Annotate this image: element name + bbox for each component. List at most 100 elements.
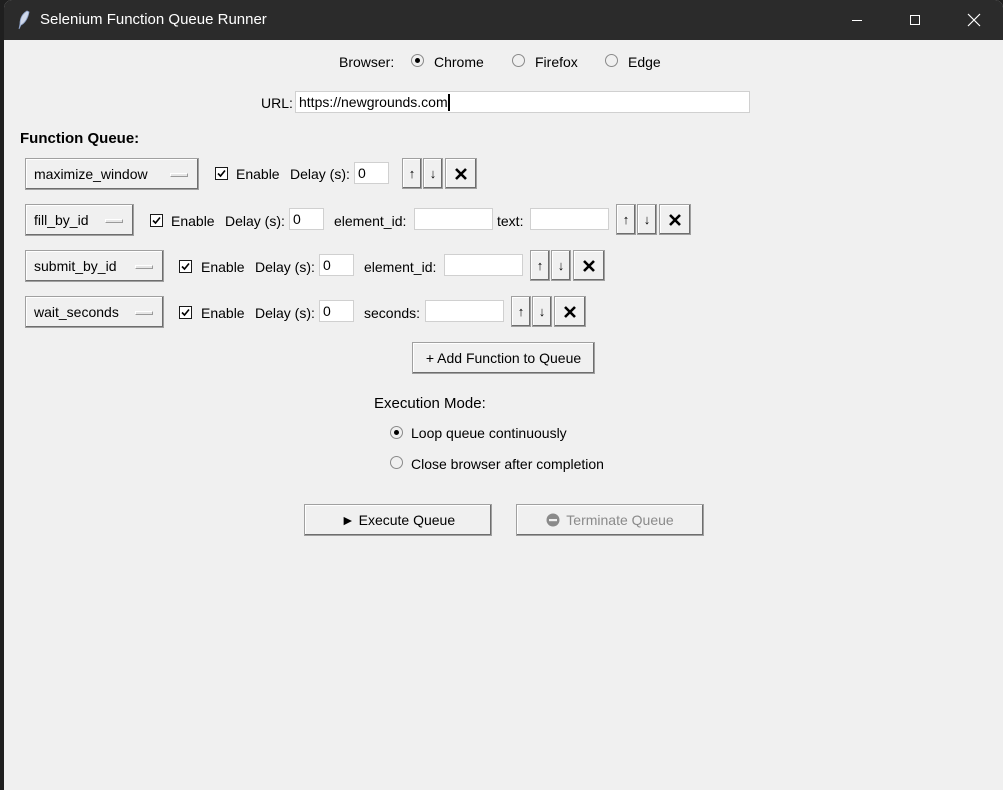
radio-indicator[interactable] [605, 54, 618, 67]
remove-button[interactable] [573, 250, 605, 281]
radio-label[interactable]: Firefox [535, 54, 578, 70]
seconds-input[interactable] [425, 300, 504, 322]
function-select-value: wait_seconds [34, 304, 119, 320]
function-select[interactable]: submit_by_id [25, 250, 164, 282]
function-select-value: maximize_window [34, 166, 148, 182]
arrow-up-icon: ↑ [536, 258, 544, 273]
radio-indicator[interactable] [411, 54, 424, 67]
arrow-up-icon: ↑ [517, 304, 525, 319]
move-up-button[interactable]: ↑ [402, 158, 422, 189]
remove-button[interactable] [445, 158, 477, 189]
move-up-button[interactable]: ↑ [530, 250, 550, 281]
window-title: Selenium Function Queue Runner [40, 11, 267, 28]
arrow-down-icon: ↓ [538, 304, 546, 319]
title-bar[interactable]: Selenium Function Queue Runner [4, 0, 1003, 40]
close-button[interactable] [945, 0, 1003, 40]
radio-label[interactable]: Chrome [434, 54, 484, 70]
move-up-button[interactable]: ↑ [511, 296, 531, 327]
delay-label: Delay (s): [255, 305, 315, 321]
function-select[interactable]: fill_by_id [25, 204, 134, 236]
delay-input[interactable]: 0 [289, 208, 324, 230]
check-icon [181, 262, 190, 271]
arrow-up-icon: ↑ [408, 166, 416, 181]
check-icon [217, 169, 226, 178]
maximize-icon [910, 15, 920, 25]
move-down-button[interactable]: ↓ [423, 158, 443, 189]
move-down-button[interactable]: ↓ [637, 204, 657, 235]
delay-label: Delay (s): [255, 259, 315, 275]
arrow-down-icon: ↓ [557, 258, 565, 273]
close-icon [583, 259, 595, 272]
enable-label: Enable [171, 213, 215, 229]
dropdown-indicator-icon [135, 311, 153, 315]
delay-input[interactable]: 0 [354, 162, 389, 184]
radio-label[interactable]: Close browser after completion [411, 456, 604, 472]
radio-label[interactable]: Edge [628, 54, 661, 70]
delay-label: Delay (s): [225, 213, 285, 229]
url-label: URL: [261, 95, 293, 111]
enable-checkbox[interactable] [179, 260, 192, 273]
browser-label: Browser: [339, 54, 395, 70]
radio-label[interactable]: Loop queue continuously [411, 425, 567, 441]
enable-label: Enable [236, 166, 280, 182]
stop-circle-icon [546, 513, 560, 527]
move-up-button[interactable]: ↑ [616, 204, 636, 235]
enable-checkbox[interactable] [215, 167, 228, 180]
delay-input[interactable]: 0 [319, 254, 354, 276]
text-input[interactable] [530, 208, 609, 230]
arrow-down-icon: ↓ [429, 166, 437, 181]
feather-icon [16, 10, 32, 30]
delay-label: Delay (s): [290, 166, 350, 182]
url-input[interactable]: https://newgrounds.com [295, 91, 750, 113]
function-select[interactable]: wait_seconds [25, 296, 164, 328]
main-content: Browser: Chrome Firefox Edge URL: https:… [4, 40, 1003, 790]
close-icon [669, 213, 681, 226]
close-icon [967, 13, 981, 27]
check-icon [181, 308, 190, 317]
close-icon [455, 167, 467, 180]
arrow-up-icon: ↑ [622, 212, 630, 227]
remove-button[interactable] [554, 296, 586, 327]
delay-value: 0 [323, 257, 331, 273]
radio-indicator[interactable] [390, 456, 403, 469]
delay-input[interactable]: 0 [319, 300, 354, 322]
function-select[interactable]: maximize_window [25, 158, 199, 190]
execute-queue-label: ► Execute Queue [340, 512, 456, 528]
remove-button[interactable] [659, 204, 691, 235]
url-input-value: https://newgrounds.com [299, 94, 448, 110]
function-select-value: submit_by_id [34, 258, 117, 274]
param-label-element-id: element_id: [334, 213, 407, 229]
element-id-input[interactable] [414, 208, 493, 230]
element-id-input[interactable] [444, 254, 523, 276]
close-icon [564, 305, 576, 318]
delay-value: 0 [358, 165, 366, 181]
function-select-value: fill_by_id [34, 212, 89, 228]
dropdown-indicator-icon [170, 173, 188, 177]
function-queue-header: Function Queue: [20, 130, 140, 147]
enable-checkbox[interactable] [150, 214, 163, 227]
enable-label: Enable [201, 305, 245, 321]
minimize-button[interactable] [828, 0, 886, 40]
radio-indicator[interactable] [390, 426, 403, 439]
terminate-queue-label: Terminate Queue [566, 512, 674, 528]
param-label-element-id: element_id: [364, 259, 437, 275]
dropdown-indicator-icon [105, 219, 123, 223]
add-function-label: + Add Function to Queue [425, 350, 582, 366]
execution-mode-label: Execution Mode: [374, 395, 486, 412]
delay-value: 0 [293, 211, 301, 227]
delay-value: 0 [323, 303, 331, 319]
execute-queue-button[interactable]: ► Execute Queue [304, 504, 492, 536]
minimize-icon [852, 20, 862, 21]
radio-indicator[interactable] [512, 54, 525, 67]
check-icon [152, 216, 161, 225]
app-window: Selenium Function Queue Runner Browser: … [4, 0, 1003, 790]
enable-checkbox[interactable] [179, 306, 192, 319]
terminate-queue-button[interactable]: Terminate Queue [516, 504, 704, 536]
move-down-button[interactable]: ↓ [532, 296, 552, 327]
dropdown-indicator-icon [135, 265, 153, 269]
add-function-button[interactable]: + Add Function to Queue [412, 342, 595, 374]
enable-label: Enable [201, 259, 245, 275]
maximize-button[interactable] [886, 0, 944, 40]
move-down-button[interactable]: ↓ [551, 250, 571, 281]
param-label-seconds: seconds: [364, 305, 421, 321]
